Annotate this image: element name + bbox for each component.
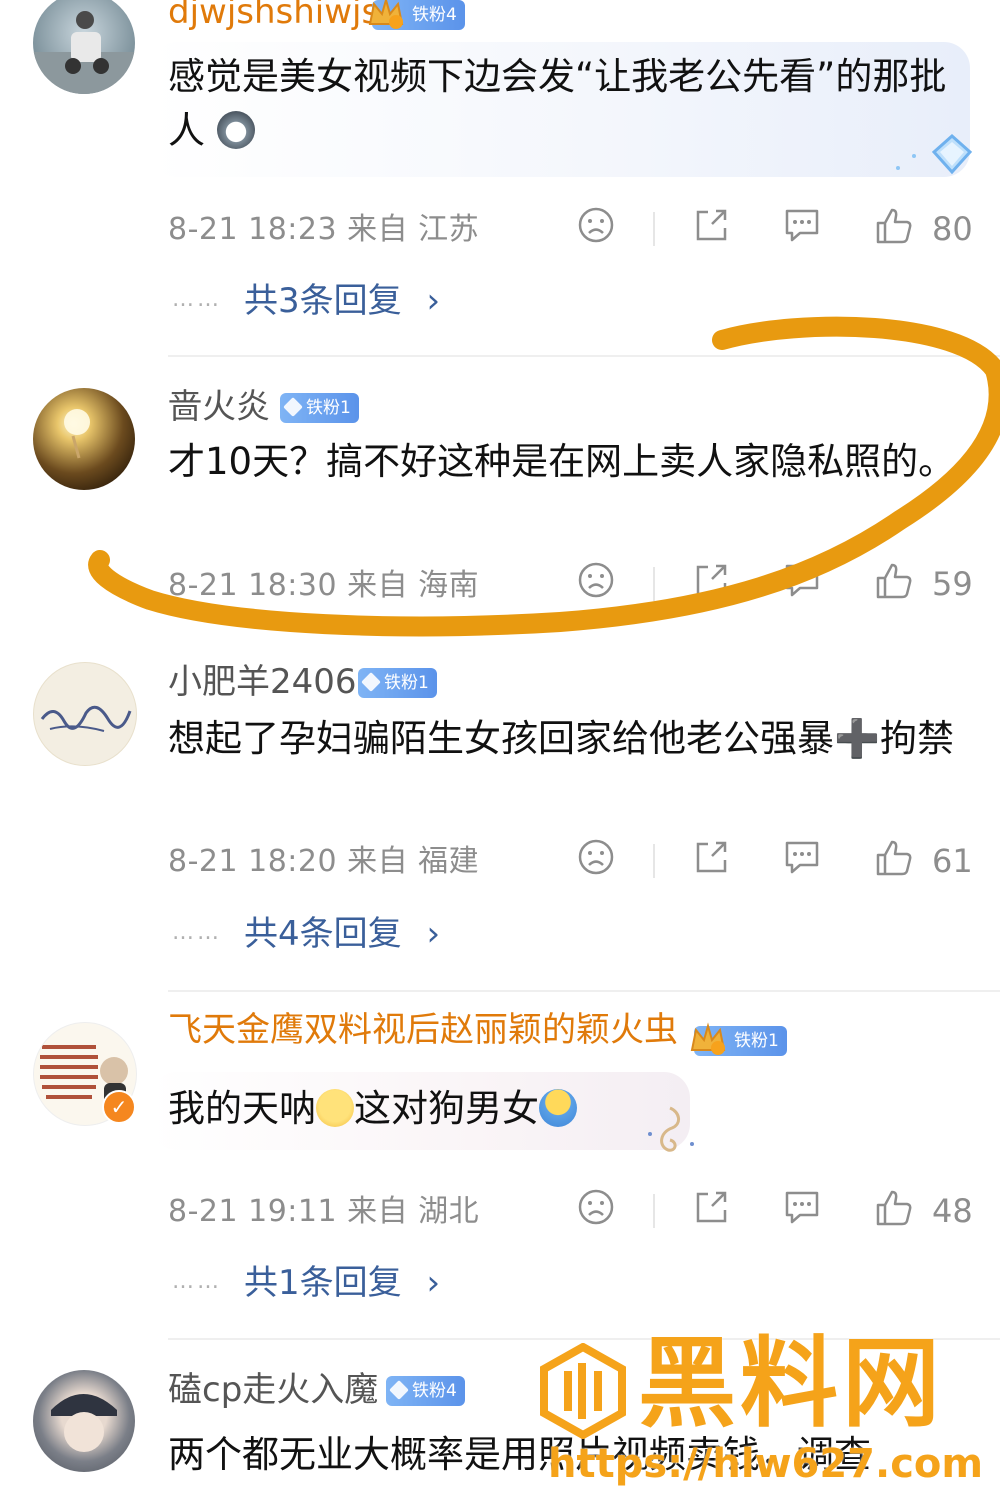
- comment-text: 我的天呐 这对狗男女: [168, 1082, 958, 1136]
- dislike-button[interactable]: [577, 838, 615, 876]
- username[interactable]: 小肥羊2406: [168, 662, 357, 702]
- badge-label: 铁粉1: [384, 673, 429, 693]
- chat-bubble-icon: [785, 1191, 819, 1224]
- like-button[interactable]: [874, 838, 914, 878]
- comment-button[interactable]: [782, 1188, 822, 1226]
- avatar[interactable]: [33, 662, 137, 766]
- like-button[interactable]: [874, 1188, 914, 1228]
- share-button[interactable]: [692, 1188, 730, 1226]
- badge-label: 铁粉4: [412, 1381, 457, 1401]
- comment-button[interactable]: [782, 838, 822, 876]
- child-with-cap-photo: [51, 1394, 117, 1452]
- comment-item: 磕cp走火入魔 铁粉4 两个都无业大概率是用照片视频卖钱，调查: [0, 1338, 1000, 1498]
- chevron-right-icon: ›: [426, 914, 441, 954]
- comment-meta: 8-21 18:20 来自 福建: [168, 844, 480, 879]
- comment-meta: 8-21 19:11 来自 湖北: [168, 1194, 480, 1229]
- chat-bubble-icon: [785, 841, 819, 874]
- crown-icon: [690, 1022, 726, 1055]
- badge-label: 铁粉1: [734, 1031, 779, 1051]
- fan-badge: 铁粉1: [690, 1022, 787, 1056]
- dislike-button[interactable]: [577, 1188, 615, 1226]
- calligraphy-avatar-image: [40, 705, 132, 732]
- verified-icon: ✓: [102, 1090, 136, 1124]
- share-icon: [696, 1191, 727, 1223]
- comment-item: ✓ 飞天金鹰双料视后赵丽颖的颖火虫 铁粉1 我的天呐 这对狗男女 8-21 19:…: [0, 990, 1000, 1335]
- comment-text-part: 我的天呐: [168, 1087, 316, 1130]
- comment-item: 小肥羊2406 铁粉1 想起了孕妇骗陌生女孩回家给他老公强暴➕拘禁 8-21 1…: [0, 640, 1000, 990]
- reply-dots: ……: [172, 920, 222, 945]
- avatar[interactable]: [33, 1370, 135, 1472]
- view-replies-link[interactable]: …… 共1条回复 ›: [172, 1262, 440, 1303]
- highlight-circle-annotation: [88, 316, 1000, 637]
- comment-divider: [168, 990, 1000, 992]
- thumbs-up-icon: [876, 840, 912, 876]
- thumbs-up-icon: [876, 1190, 912, 1226]
- action-bar: 48: [560, 1188, 980, 1236]
- action-bar: 61: [560, 838, 980, 886]
- comment-divider: [168, 1338, 1000, 1340]
- like-count: 48: [932, 1192, 973, 1230]
- share-button[interactable]: [692, 838, 730, 876]
- reply-dots: ……: [172, 1269, 222, 1294]
- like-count: 61: [932, 842, 973, 880]
- comment-text: 两个都无业大概率是用照片视频卖钱，调查: [168, 1433, 871, 1476]
- fan-badge: 铁粉4: [386, 1376, 465, 1406]
- reply-count-label: 共4条回复: [244, 914, 402, 954]
- action-divider: [653, 844, 655, 878]
- view-replies-link[interactable]: …… 共4条回复 ›: [172, 913, 440, 954]
- share-icon: [696, 841, 727, 873]
- action-divider: [653, 1194, 655, 1228]
- diamond-icon: [389, 1380, 409, 1400]
- username[interactable]: 飞天金鹰双料视后赵丽颖的颖火虫: [168, 1010, 678, 1050]
- sad-face-icon: [578, 839, 614, 875]
- username[interactable]: 磕cp走火入魔: [168, 1370, 378, 1410]
- comment-text: 想起了孕妇骗陌生女孩回家给他老公强暴➕拘禁: [168, 717, 955, 760]
- sad-face-icon: [578, 1189, 614, 1225]
- scared-emoji-icon: [316, 1089, 354, 1127]
- diamond-icon: [361, 672, 381, 692]
- reply-count-label: 共1条回复: [244, 1263, 402, 1303]
- fan-badge: 铁粉1: [358, 668, 437, 698]
- comment-text-part: 这对狗男女: [354, 1087, 539, 1130]
- shrug-emoji-icon: [539, 1089, 577, 1127]
- chevron-right-icon: ›: [426, 1263, 441, 1303]
